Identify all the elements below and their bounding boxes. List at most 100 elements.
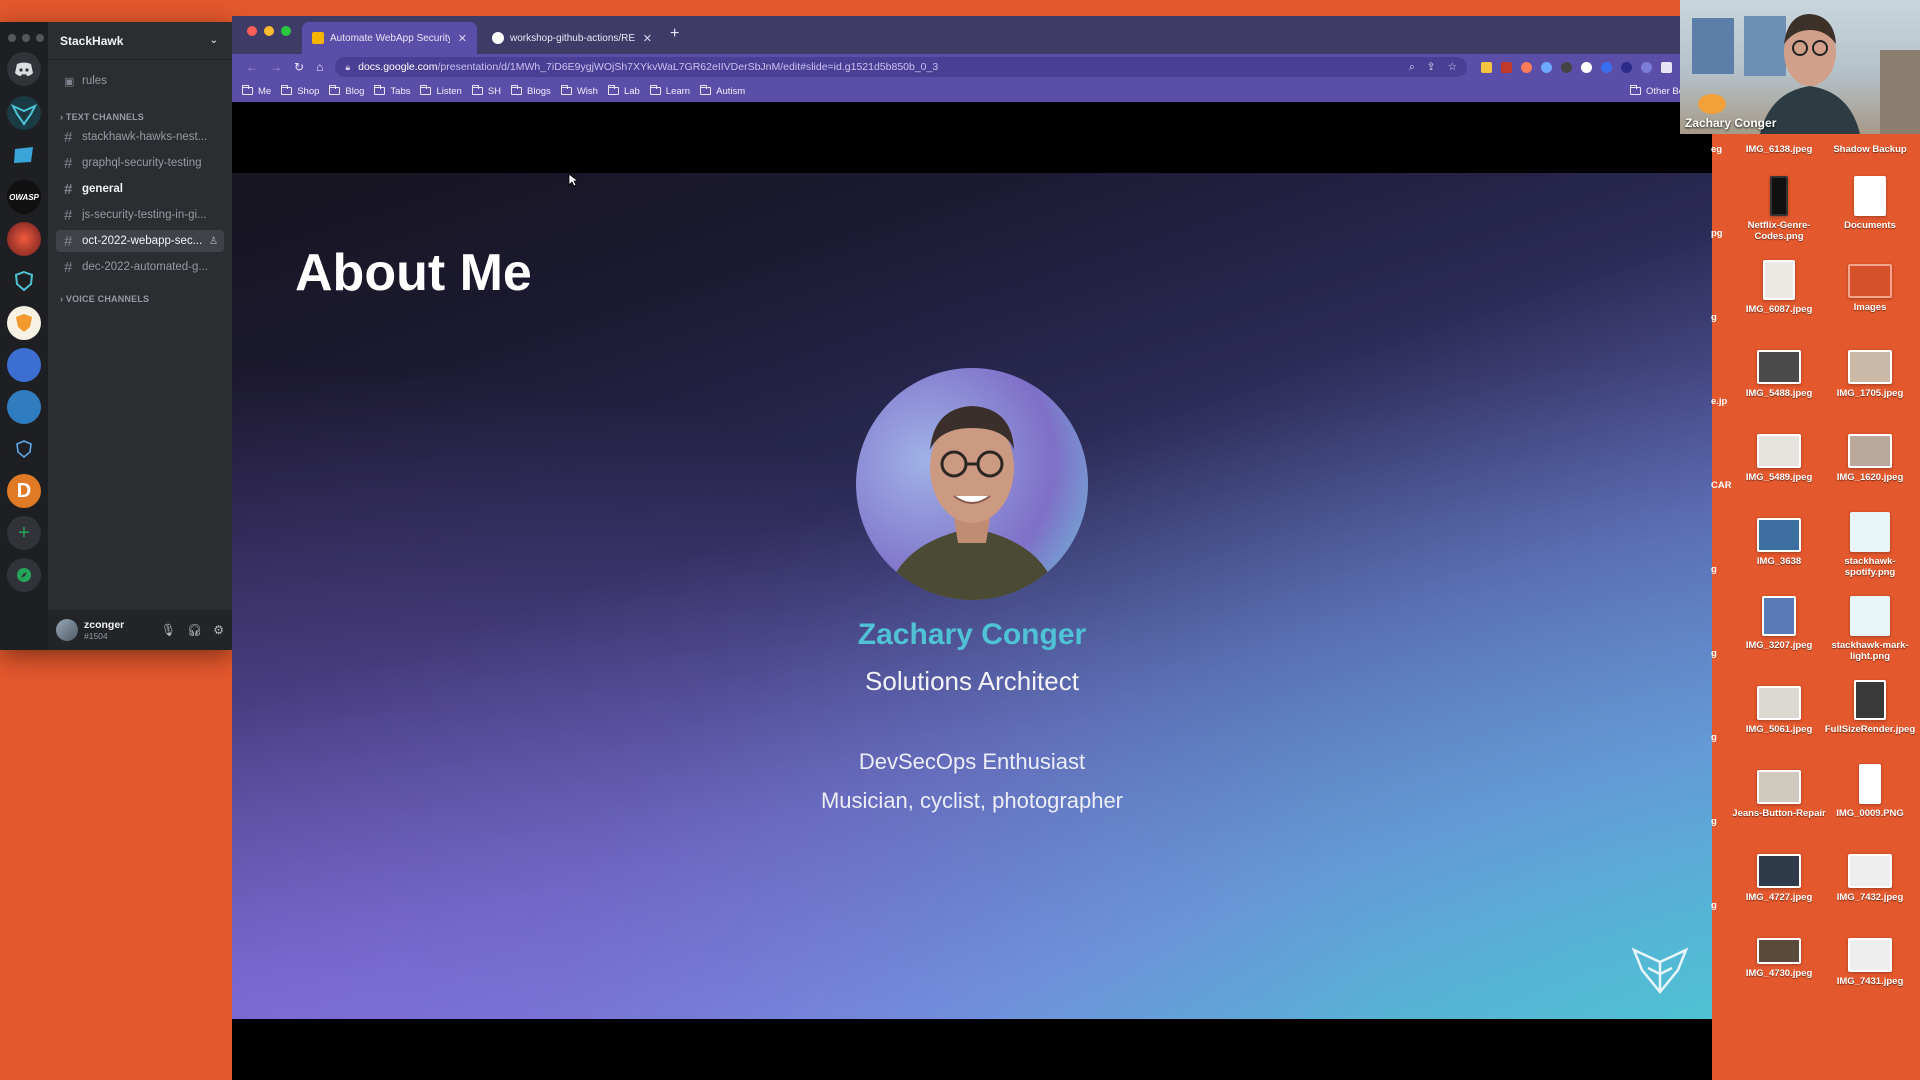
desktop-file[interactable]: stackhawk-mark-light.png	[1820, 596, 1920, 662]
bookmark-folder[interactable]: Blogs	[511, 85, 551, 97]
extension-icon[interactable]	[1481, 61, 1492, 73]
extension-icon[interactable]	[1501, 61, 1512, 73]
back-icon[interactable]: ←	[246, 60, 258, 74]
channel-graphql-security-testing[interactable]: # graphql-security-testing	[56, 152, 224, 174]
tab-google-slides[interactable]: Automate WebApp Security Te ✕	[302, 22, 477, 54]
server-clock-icon[interactable]	[7, 432, 41, 466]
desktop-file[interactable]: IMG_5489.jpeg	[1729, 434, 1829, 483]
channel-general[interactable]: # general	[56, 178, 224, 200]
channel-oct-2022-webapp-sec[interactable]: # oct-2022-webapp-sec... ♙	[56, 230, 224, 252]
rules-icon: ▣	[64, 75, 75, 88]
share-icon[interactable]: ⇪	[1427, 61, 1436, 74]
image-thumbnail-icon	[1757, 686, 1801, 720]
desktop-file[interactable]: Shadow Backup	[1820, 144, 1920, 155]
desktop-file[interactable]: IMG_7431.jpeg	[1820, 938, 1920, 987]
reload-icon[interactable]: ↻	[294, 60, 304, 74]
extension-icon[interactable]	[1621, 61, 1632, 73]
explore-servers-icon[interactable]	[7, 558, 41, 592]
home-icon[interactable]: ⌂	[316, 60, 323, 74]
server-shield-icon[interactable]	[7, 264, 41, 298]
extension-icon[interactable]	[1561, 61, 1572, 73]
file-label: FullSizeRender.jpeg	[1824, 724, 1916, 735]
github-icon	[492, 32, 504, 44]
server-tabs-icon[interactable]	[7, 138, 41, 172]
tab-github[interactable]: workshop-github-actions/REA ✕	[482, 22, 662, 54]
desktop-file[interactable]: IMG_3638	[1729, 518, 1829, 567]
desktop-file[interactable]: Images	[1820, 264, 1920, 313]
file-label: IMG_4730.jpeg	[1745, 968, 1813, 979]
extension-icon[interactable]	[1541, 61, 1552, 73]
category-voice-channels[interactable]: › VOICE CHANNELS	[60, 294, 149, 304]
category-text-channels[interactable]: › TEXT CHANNELS	[60, 112, 144, 122]
channel-js-security-testing[interactable]: # js-security-testing-in-gi...	[56, 204, 224, 226]
username: zconger	[84, 618, 125, 631]
puzzle-icon[interactable]	[1661, 61, 1672, 73]
desktop-file[interactable]: IMG_5488.jpeg	[1729, 350, 1829, 399]
maximize-window-button[interactable]	[281, 26, 291, 36]
server-box-icon[interactable]	[7, 390, 41, 424]
avatar[interactable]	[56, 619, 78, 641]
minimize-window-button[interactable]	[264, 26, 274, 36]
bookmark-folder[interactable]: Learn	[649, 85, 690, 97]
server-sunset-icon[interactable]	[7, 222, 41, 256]
add-member-icon[interactable]: ♙	[209, 236, 224, 247]
server-mascot-icon[interactable]	[7, 348, 41, 382]
hash-icon: #	[64, 232, 73, 250]
microphone-icon[interactable]: 🎙︎	[161, 623, 176, 637]
extension-icon[interactable]	[1641, 61, 1652, 73]
server-header[interactable]: StackHawk ⌄	[48, 22, 232, 60]
desktop-file[interactable]: stackhawk-spotify.png	[1820, 512, 1920, 578]
bookmark-folder[interactable]: SH	[471, 85, 501, 97]
close-tab-icon[interactable]: ✕	[635, 32, 652, 45]
forward-icon[interactable]: →	[270, 60, 282, 74]
bookmark-folder[interactable]: Tabs	[374, 85, 410, 97]
window-controls[interactable]	[247, 26, 291, 36]
extension-icon[interactable]	[1581, 61, 1592, 73]
chevron-down-icon[interactable]: ⌄	[210, 35, 218, 46]
gear-icon[interactable]: ⚙	[213, 623, 224, 637]
close-window-button[interactable]	[247, 26, 257, 36]
new-tab-button[interactable]: +	[670, 25, 679, 43]
add-server-icon[interactable]: +	[7, 516, 41, 550]
desktop-file[interactable]: IMG_6087.jpeg	[1729, 260, 1829, 315]
desktop-file[interactable]: IMG_4727.jpeg	[1729, 854, 1829, 903]
file-label: IMG_7432.jpeg	[1836, 892, 1904, 903]
channel-stackhawk-hawks-nest[interactable]: # stackhawk-hawks-nest...	[56, 126, 224, 148]
desktop-file[interactable]: FullSizeRender.jpeg	[1820, 680, 1920, 735]
desktop-file[interactable]: IMG_1705.jpeg	[1820, 350, 1920, 399]
desktop-file[interactable]: Jeans-Button-Repair	[1729, 770, 1829, 819]
headphones-icon[interactable]: 🎧︎	[187, 623, 202, 637]
address-bar[interactable]: 🔒︎ docs.google.com/presentation/d/1MWh_7…	[335, 57, 1467, 77]
server-d-icon[interactable]: D	[7, 474, 41, 508]
server-brave-icon[interactable]	[7, 306, 41, 340]
bookmark-folder[interactable]: Lab	[607, 85, 640, 97]
bookmark-folder[interactable]: Blog	[329, 85, 364, 97]
desktop-file[interactable]: IMG_5061.jpeg	[1729, 686, 1829, 735]
desktop-file[interactable]: IMG_6138.jpeg	[1729, 144, 1829, 155]
desktop-file[interactable]: IMG_3207.jpeg	[1729, 596, 1829, 651]
desktop-file[interactable]: Netflix-Genre-Codes.png	[1729, 176, 1829, 242]
desktop-file[interactable]: IMG_0009.PNG	[1820, 764, 1920, 819]
bookmark-folder[interactable]: Me	[242, 85, 271, 97]
window-controls[interactable]	[8, 34, 44, 42]
folder-icon	[281, 85, 293, 95]
lock-icon[interactable]: 🔒︎	[345, 62, 350, 73]
close-tab-icon[interactable]: ✕	[450, 32, 467, 45]
channel-dec-2022-automated[interactable]: # dec-2022-automated-g...	[56, 256, 224, 278]
channel-rules[interactable]: ▣ rules	[56, 70, 224, 92]
zoom-icon[interactable]: ⌕	[1409, 61, 1415, 74]
server-owasp-icon[interactable]: OWASP	[7, 180, 41, 214]
bookmark-folder[interactable]: Wish	[560, 85, 598, 97]
extension-icon[interactable]	[1521, 61, 1532, 73]
desktop-file[interactable]: IMG_1620.jpeg	[1820, 434, 1920, 483]
desktop-file[interactable]: IMG_7432.jpeg	[1820, 854, 1920, 903]
desktop-file[interactable]: IMG_4730.jpeg	[1729, 938, 1829, 979]
bookmark-star-icon[interactable]: ☆	[1448, 61, 1457, 74]
server-stackhawk-icon[interactable]	[7, 96, 41, 130]
desktop-file[interactable]: Documents	[1820, 176, 1920, 231]
discord-home-icon[interactable]	[7, 52, 41, 86]
bookmark-folder[interactable]: Shop	[281, 85, 319, 97]
extension-icon[interactable]	[1601, 61, 1612, 73]
bookmark-folder[interactable]: Autism	[700, 85, 745, 97]
bookmark-folder[interactable]: Listen	[420, 85, 462, 97]
